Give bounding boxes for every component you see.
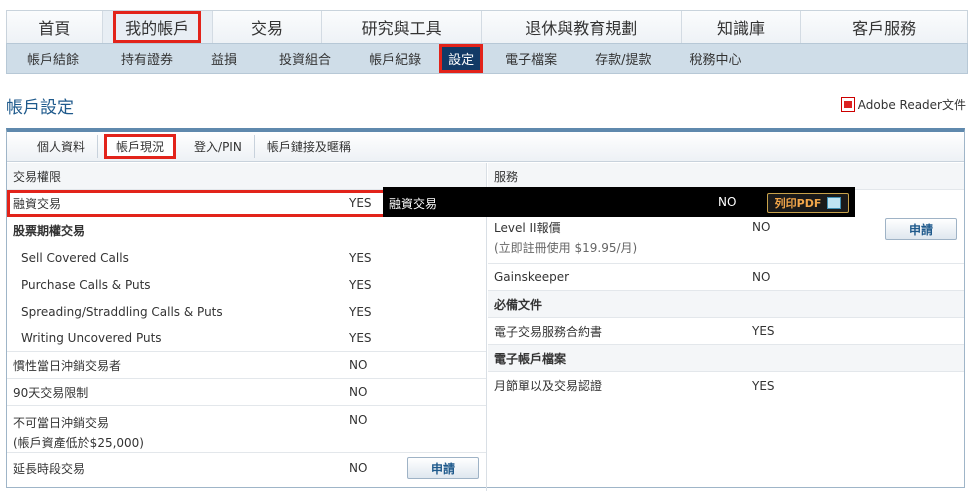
row-label: Level II報價 (立即註冊使用 $19.95/月) [494, 218, 637, 258]
subnav-settings[interactable]: 設定 [439, 44, 484, 73]
table-row: Sell Covered Calls YES [7, 244, 486, 271]
nav-service[interactable]: 客戶服務 [801, 11, 967, 43]
row-label: Sell Covered Calls [21, 250, 129, 265]
row-label: Purchase Calls & Puts [21, 277, 151, 292]
tab-account-links[interactable]: 帳戶鏈接及暱稱 [255, 135, 363, 158]
subsection-header: 股票期權交易 [7, 217, 486, 244]
row-value: YES [349, 331, 372, 345]
subnav-edocs[interactable]: 電子檔案 [497, 45, 565, 72]
row-label-line2: (帳戶資產低於$25,000) [13, 436, 144, 450]
overlay-bar: 融資交易 NO 列印PDF [383, 187, 855, 217]
print-pdf-button[interactable]: 列印PDF [767, 193, 849, 213]
row-value: YES [349, 250, 372, 265]
row-value: NO [349, 358, 368, 372]
table-row: 月節單以及交易認證 YES [488, 372, 964, 399]
tab-account-status[interactable]: 帳戶現況 [104, 134, 177, 159]
table-row: 不可當日沖銷交易 (帳戶資產低於$25,000) NO [7, 406, 486, 453]
row-label: 必備文件 [494, 297, 543, 312]
table-row: Writing Uncovered Puts YES [7, 325, 486, 352]
nav-research[interactable]: 研究與工具 [322, 11, 482, 43]
row-label: 延長時段交易 [13, 461, 86, 476]
tab-bar: 個人資料 帳戶現況 登入/PIN 帳戶鏈接及暱稱 [7, 132, 964, 162]
row-value: NO [349, 461, 368, 475]
section-header: 服務 [488, 163, 964, 190]
settings-panel: 個人資料 帳戶現況 登入/PIN 帳戶鏈接及暱稱 交易權限 融資交易 YES 股… [6, 128, 965, 491]
apply-extended-hours-button[interactable]: 申請 [407, 457, 479, 479]
subnav-deposit[interactable]: 存款/提款 [587, 45, 659, 72]
main-nav: 首頁 我的帳戶 交易 研究與工具 退休與教育規劃 知識庫 客戶服務 [6, 10, 968, 43]
adobe-reader-label: Adobe Reader文件 [857, 98, 966, 112]
table-row: Purchase Calls & Puts YES [7, 271, 486, 298]
row-value: NO [752, 220, 771, 234]
apply-level2-button[interactable]: 申請 [885, 218, 957, 240]
subnav-portfolio[interactable]: 投資組合 [271, 45, 339, 72]
row-value: YES [349, 196, 372, 210]
row-value: NO [349, 385, 368, 399]
subnav-history[interactable]: 帳戶紀錄 [361, 45, 429, 72]
row-label: 電子帳戶檔案 [494, 351, 567, 366]
sub-nav: 帳戶結餘 持有證券 益損 投資組合 帳戶紀錄 設定 電子檔案 存款/提款 稅務中… [6, 43, 968, 74]
subnav-holdings[interactable]: 持有證券 [113, 45, 181, 72]
row-label-line2: (立即註冊使用 $19.95/月) [494, 241, 638, 255]
pdf-icon [840, 97, 855, 112]
row-value: YES [752, 324, 775, 338]
subnav-tax[interactable]: 稅務中心 [682, 45, 750, 72]
row-value: YES [349, 277, 372, 292]
table-row: Gainskeeper NO [488, 264, 964, 291]
table-row: Spreading/Straddling Calls & Puts YES [7, 298, 486, 325]
table-row: 慣性當日沖銷交易者 NO [7, 352, 486, 379]
row-label-line1: Level II報價 [494, 221, 561, 235]
row-label: 融資交易 [13, 196, 62, 211]
print-pdf-label: 列印PDF [774, 197, 822, 210]
table-row: Level II報價 (立即註冊使用 $19.95/月) NO 申請 [488, 217, 964, 264]
subnav-gainloss[interactable]: 益損 [203, 45, 245, 72]
table-row: 電子交易服務合約書 YES [488, 318, 964, 345]
subnav-balances[interactable]: 帳戶結餘 [19, 45, 87, 72]
tab-profile[interactable]: 個人資料 [25, 135, 99, 158]
row-label: Gainskeeper [494, 270, 570, 284]
nav-knowledge[interactable]: 知識庫 [682, 11, 802, 43]
printer-icon [827, 197, 842, 209]
row-label: 90天交易限制 [13, 385, 89, 400]
subsection-header: 電子帳戶檔案 [488, 345, 964, 372]
table-row: 延長時段交易 NO 申請 [7, 453, 486, 483]
section-header: 交易權限 [7, 163, 486, 190]
row-label: 電子交易服務合約書 [494, 324, 603, 339]
nav-my-account[interactable]: 我的帳戶 [102, 11, 213, 43]
row-value: NO [349, 413, 368, 427]
row-label: 股票期權交易 [13, 224, 86, 238]
overlay-label: 融資交易 [389, 197, 438, 211]
subsection-header: 必備文件 [488, 291, 964, 318]
row-label: 不可當日沖銷交易 (帳戶資產低於$25,000) [13, 413, 144, 453]
row-label: Writing Uncovered Puts [21, 331, 162, 345]
section-header-label: 交易權限 [13, 169, 62, 184]
row-label-line1: 不可當日沖銷交易 [13, 416, 110, 430]
table-row: 90天交易限制 NO [7, 379, 486, 406]
row-label: 慣性當日沖銷交易者 [13, 358, 122, 373]
row-value: YES [349, 304, 372, 319]
row-label: 月節單以及交易認證 [494, 379, 603, 393]
nav-trade[interactable]: 交易 [213, 11, 323, 43]
nav-retirement[interactable]: 退休與教育規劃 [482, 11, 682, 43]
page-title: 帳戶設定 [6, 98, 74, 118]
nav-my-account-label: 我的帳戶 [113, 11, 202, 43]
row-label: Spreading/Straddling Calls & Puts [21, 304, 223, 319]
row-value: YES [752, 378, 775, 393]
adobe-reader-link[interactable]: Adobe Reader文件 [840, 96, 966, 113]
overlay-value: NO [718, 195, 737, 209]
nav-home[interactable]: 首頁 [7, 11, 103, 43]
tab-login-pin[interactable]: 登入/PIN [182, 135, 255, 158]
section-header-label: 服務 [494, 169, 519, 184]
row-value: NO [752, 270, 771, 284]
